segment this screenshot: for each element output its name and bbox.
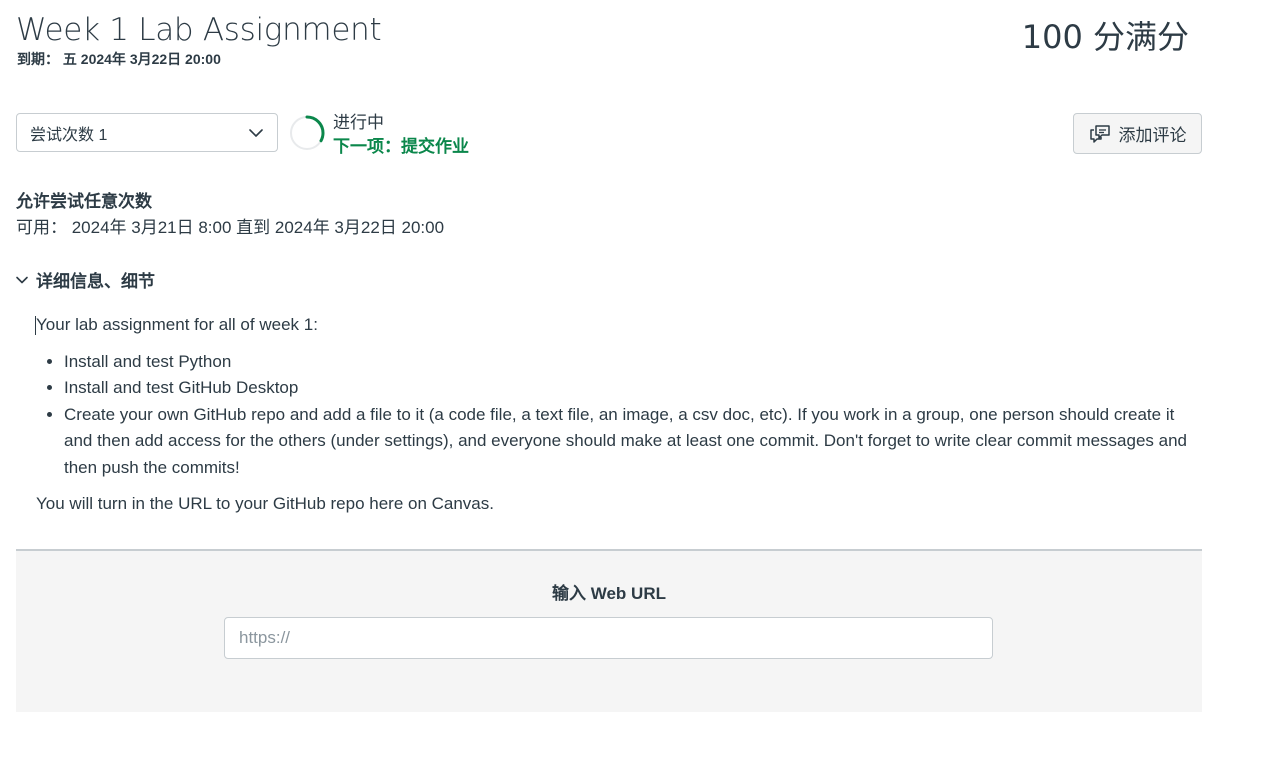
due-date: 到期： 五 2024年 3月22日 20:00	[17, 51, 221, 67]
list-item: Create your own GitHub repo and add a fi…	[64, 402, 1206, 482]
assignment-title: Week 1 Lab Assignment	[16, 12, 382, 48]
details-toggle-label: 详细信息、细节	[36, 272, 155, 291]
attempts-allowed: 允许尝试任意次数	[16, 192, 152, 211]
list-item: Install and test GitHub Desktop	[64, 375, 1206, 402]
chevron-down-icon	[249, 129, 263, 137]
chevron-down-icon	[16, 276, 28, 283]
submission-panel: 输入 Web URL	[16, 549, 1202, 712]
description-list: Install and test Python Install and test…	[36, 349, 1206, 482]
progress-ring-icon	[289, 115, 325, 151]
url-input[interactable]	[224, 617, 993, 659]
description-intro: Your lab assignment for all of week 1:	[36, 315, 318, 334]
assignment-page: Week 1 Lab Assignment 到期： 五 2024年 3月22日 …	[0, 0, 1280, 764]
assignment-description: Your lab assignment for all of week 1: I…	[36, 312, 1206, 518]
list-item: Install and test Python	[64, 349, 1206, 376]
points-possible: 100 分满分	[1021, 18, 1189, 56]
comment-icon	[1089, 124, 1110, 143]
status-text: 进行中	[333, 113, 384, 132]
attempt-select[interactable]: 尝试次数 1	[16, 113, 278, 152]
description-outro: You will turn in the URL to your GitHub …	[36, 494, 494, 513]
url-label: 输入 Web URL	[552, 584, 666, 603]
add-comment-button[interactable]: 添加评论	[1073, 113, 1202, 154]
attempt-select-value: 尝试次数 1	[30, 126, 108, 144]
details-toggle[interactable]: 详细信息、细节	[14, 267, 155, 292]
attempt-status: 进行中 下一项：提交作业	[333, 112, 469, 160]
availability-dates: 可用： 2024年 3月21日 8:00 直到 2024年 3月22日 20:0…	[16, 218, 445, 237]
next-step-text: 下一项：提交作业	[333, 137, 469, 156]
add-comment-label: 添加评论	[1118, 126, 1187, 145]
